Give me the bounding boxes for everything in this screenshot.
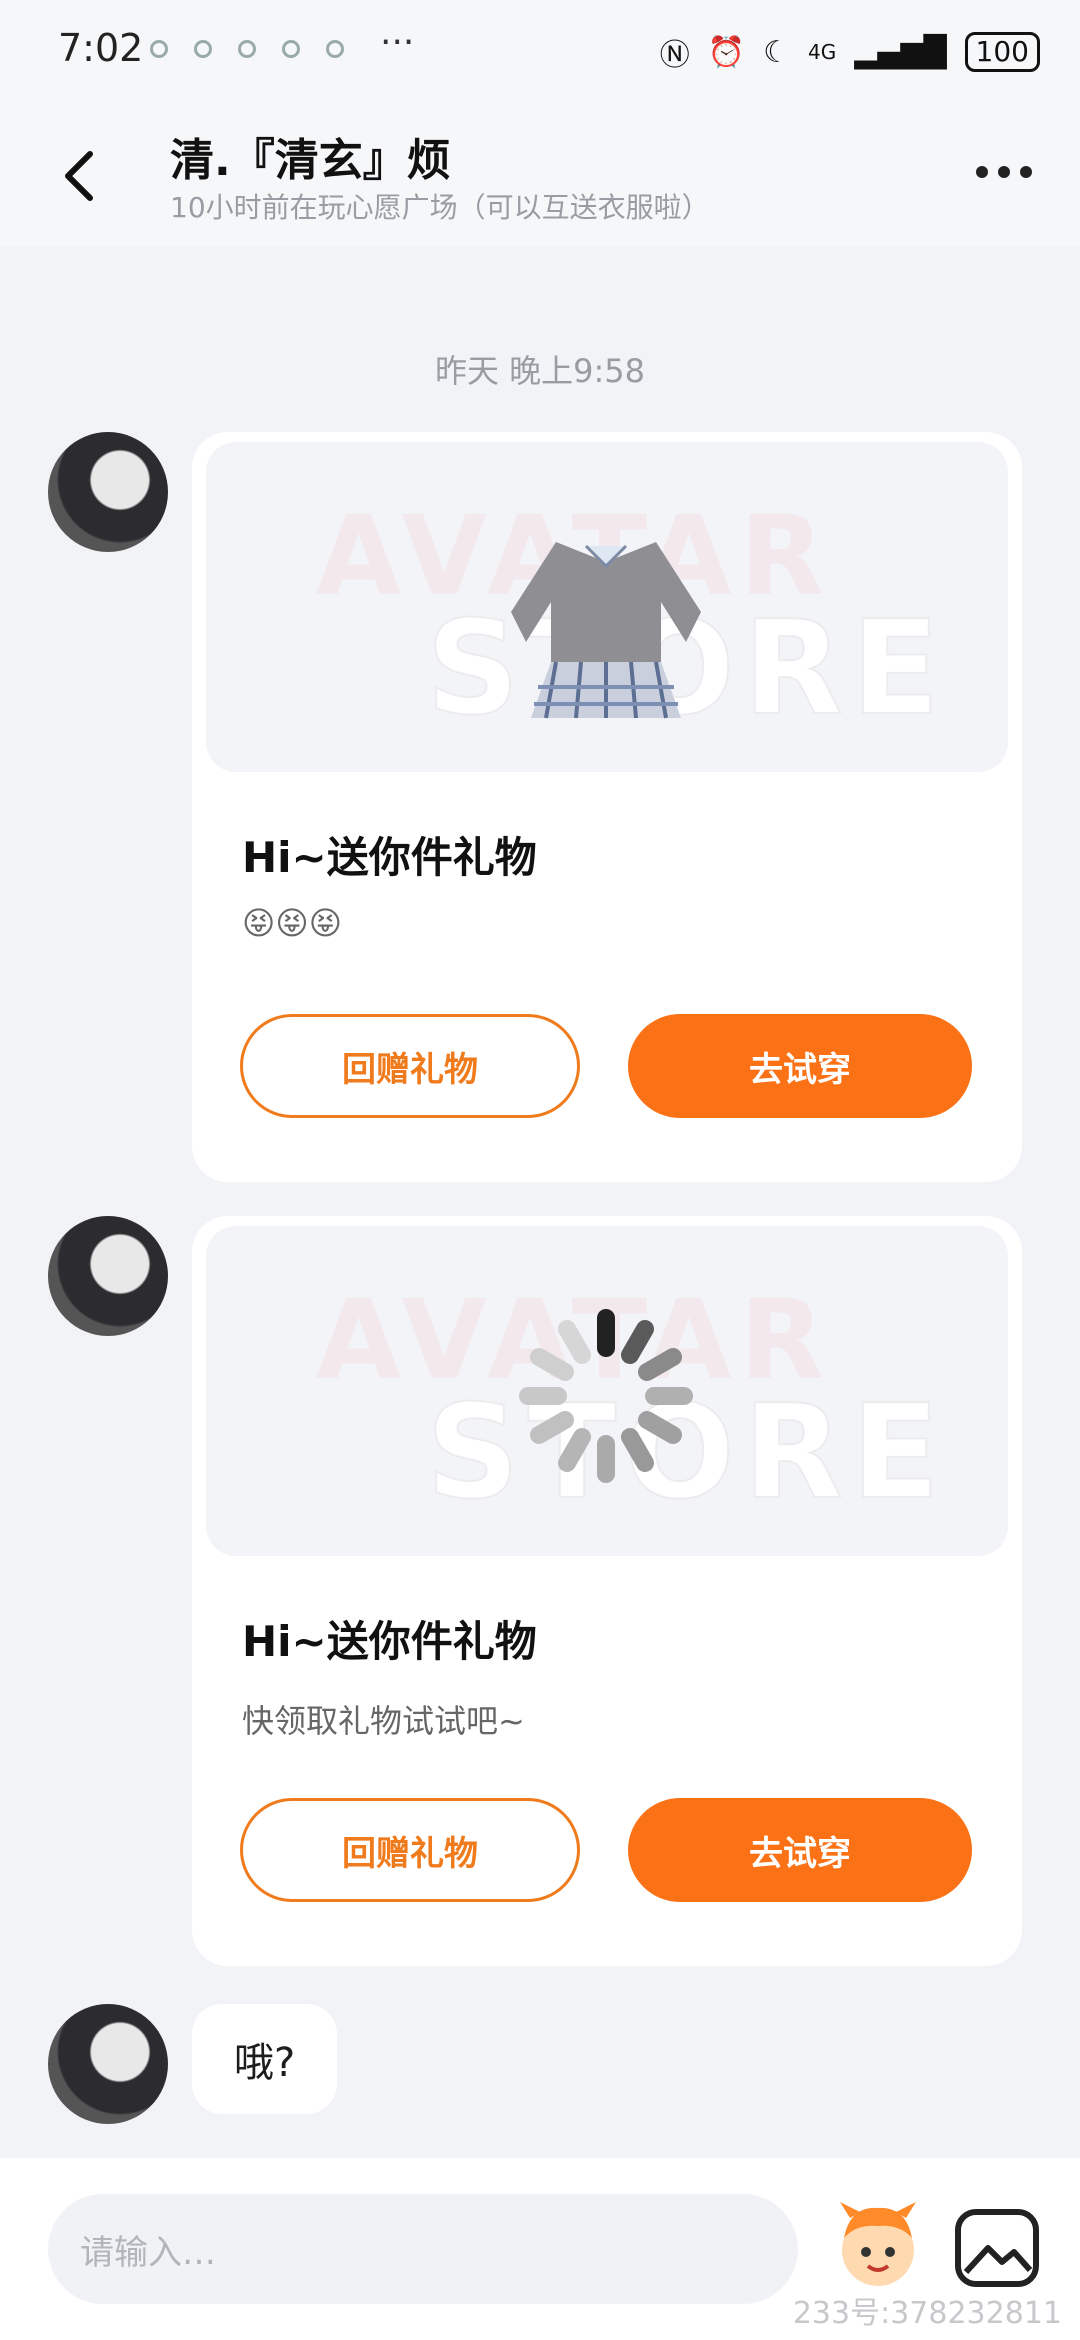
sender-avatar[interactable] [48,2004,168,2124]
back-button[interactable] [52,146,112,206]
sticker-button[interactable] [830,2198,926,2294]
status-right: Ⓝ ⏰ ☾ 4G ▂▄▆█ 100 [660,30,1040,74]
gift-title: Hi~送你件礼物 [242,1617,537,1666]
return-gift-button[interactable]: 回赠礼物 [240,1014,580,1118]
message-input[interactable]: 请输入… [48,2194,798,2304]
sender-avatar[interactable] [48,1216,168,1336]
app-notification-icon [326,40,344,58]
gift-card: AVATAR STORE Hi~送你件礼物 😝😝😝 回赠礼物 去试穿 [192,432,1022,1182]
gift-image: AVATAR STORE [206,1226,1008,1556]
chat-header: 清.『清玄』烦 10小时前在玩心愿广场（可以互送衣服啦） [0,100,1080,246]
sender-avatar[interactable] [48,432,168,552]
more-dot [976,166,988,178]
message-bubble: 哦? [192,2004,338,2114]
loading-spinner-icon [519,1309,693,1483]
status-bar: 7:02 ··· Ⓝ ⏰ ☾ 4G ▂▄▆█ 100 [0,0,1080,100]
chat-subtitle: 10小时前在玩心愿广场（可以互送衣服啦） [170,191,710,224]
gift-title: Hi~送你件礼物 [242,833,537,882]
status-time: 7:02 [58,26,144,70]
chevron-left-icon [65,151,93,201]
return-gift-button[interactable]: 回赠礼物 [240,1798,580,1902]
app-notification-icon [238,40,256,58]
gift-message: 快领取礼物试试吧~ [242,1702,525,1740]
signal-icon: ▂▄▆█ [854,34,947,70]
app-notification-icon [282,40,300,58]
status-more: ··· [380,22,415,63]
more-options-button[interactable] [976,166,1032,178]
mascot-icon [840,2202,916,2286]
image-icon [955,2209,1039,2287]
notification-icons [150,40,344,58]
nfc-icon: Ⓝ [659,38,690,73]
battery-level: 100 [964,32,1040,72]
watermark-id: 233号:378232811 [792,2296,1062,2331]
gift-image: AVATAR STORE [206,442,1008,772]
input-bar: 请输入… 233号:378232811 [0,2158,1080,2340]
gift-message: 😝😝😝 [242,904,343,942]
outfit-image [511,542,701,719]
network-label: 4G [808,40,837,64]
moon-icon: ☾ [763,34,791,70]
more-dot [998,166,1010,178]
alarm-icon: ⏰ [707,34,746,70]
gift-card: AVATAR STORE Hi~送你件礼物 快领取礼物试试吧~ 回赠礼物 去试穿 [192,1216,1022,1966]
app-notification-icon [150,40,168,58]
more-dot [1020,166,1032,178]
message-timestamp: 昨天 晚上9:58 [434,352,646,390]
try-on-button[interactable]: 去试穿 [628,1798,972,1902]
image-button[interactable] [952,2206,1042,2290]
app-notification-icon [194,40,212,58]
try-on-button[interactable]: 去试穿 [628,1014,972,1118]
chat-title: 清.『清玄』烦 [170,135,451,186]
